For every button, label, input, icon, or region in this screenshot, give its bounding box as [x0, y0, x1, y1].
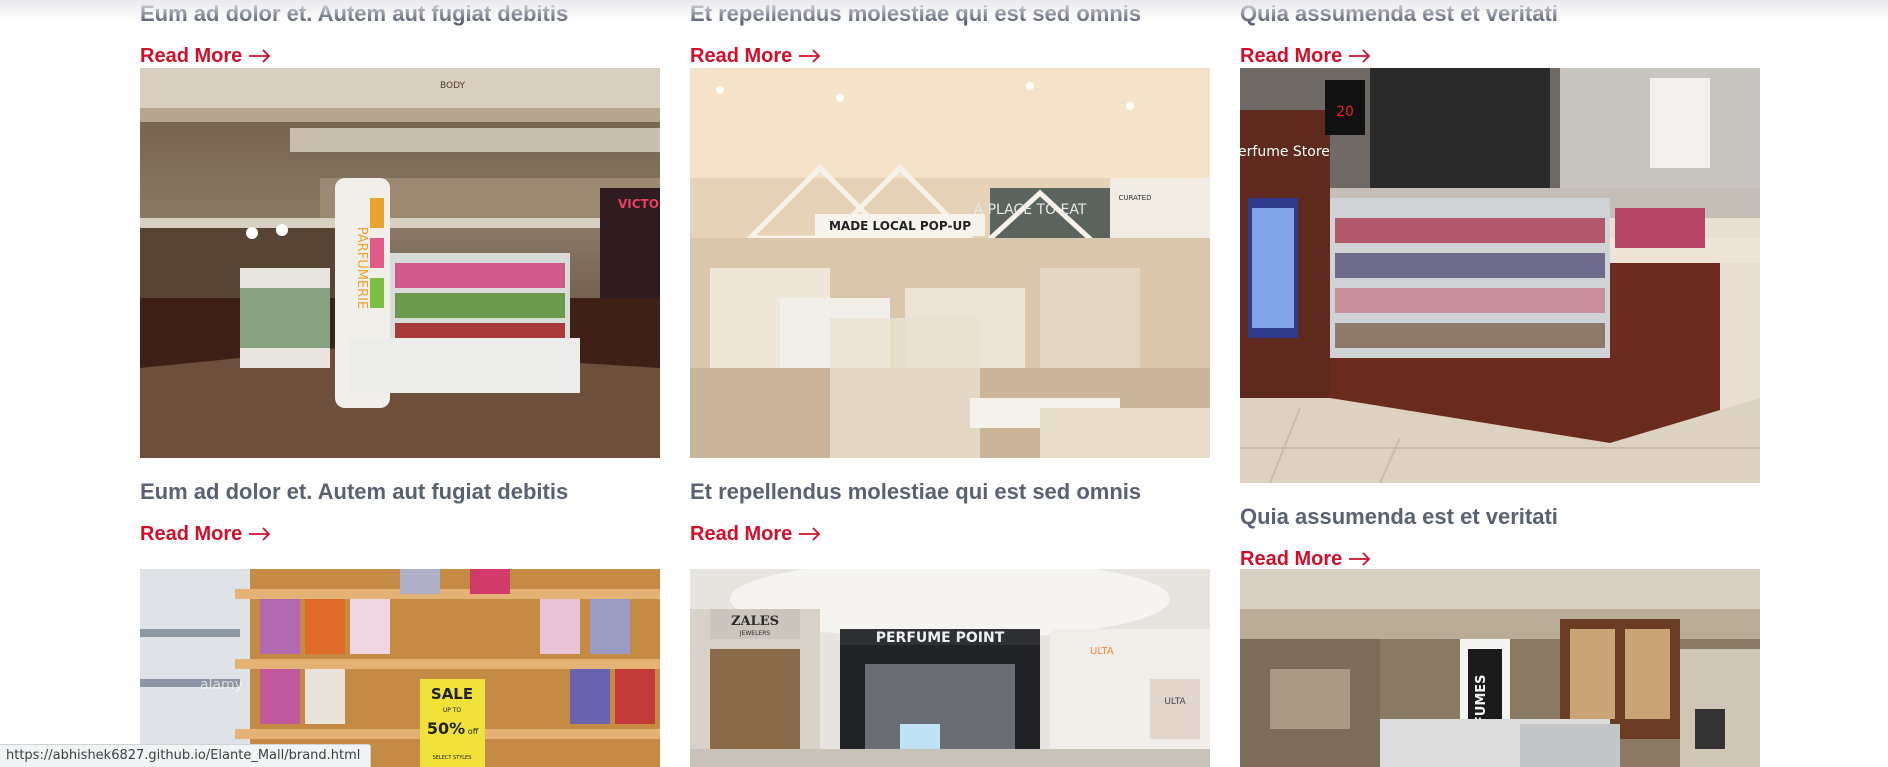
read-more-label: Read More [140, 523, 243, 545]
read-more-label: Read More [690, 523, 793, 545]
sale-sign-text: 20 [1336, 104, 1354, 120]
sale-sign-text: off [468, 727, 479, 736]
sale-sign-text: SALE [431, 685, 473, 703]
arrow-right-icon [249, 527, 271, 541]
read-more-link[interactable]: Read More [140, 524, 272, 544]
arrow-right-icon [1349, 49, 1371, 63]
read-more-link[interactable]: Read More [690, 46, 822, 66]
read-more-label: Read More [1240, 45, 1343, 67]
arrow-right-icon [799, 49, 821, 63]
brand-image[interactable]: ZALES JEWELERS PERFUME POINT ULTA ULTA [690, 569, 1210, 767]
sale-sign-text: UP TO [443, 707, 462, 714]
sale-sign-text: 50% [427, 719, 465, 738]
read-more-link[interactable]: Read More [1240, 46, 1372, 66]
read-more-label: Read More [140, 45, 243, 67]
card-title: Eum ad dolor et. Autem aut fugiat debiti… [140, 1, 569, 26]
card-title: Quia assumenda est et veritati [1240, 1, 1558, 26]
popup-sign-text: MADE LOCAL POP-UP [829, 219, 971, 233]
arrow-right-icon [249, 49, 271, 63]
store-sign-text: ULTA [1164, 697, 1186, 707]
read-more-link[interactable]: Read More [140, 46, 272, 66]
sale-sign-text: SELECT STYLES [433, 755, 472, 761]
read-more-link[interactable]: Read More [1240, 549, 1372, 569]
card-title: Et repellendus molestiae qui est sed omn… [690, 1, 1142, 26]
brand-image[interactable]: PARFUMERIE VICTOR BODY [140, 68, 660, 458]
store-sign-text: PERFUME POINT [876, 630, 1005, 646]
store-sign-text: JEWELERS [739, 630, 771, 637]
brand-image[interactable]: PERFUMES [1240, 569, 1760, 767]
browser-status-url: https://abhishek6827.github.io/Elante_Ma… [0, 744, 372, 767]
arrow-right-icon [1349, 552, 1371, 566]
brand-image[interactable]: MADE LOCAL POP-UP A PLACE TO EAT CURATED [690, 68, 1210, 458]
store-sign-text: VICTOR [618, 197, 660, 211]
arrow-right-icon [799, 527, 821, 541]
popup-sign-text: CURATED [1119, 194, 1152, 202]
card-title: Eum ad dolor et. Autem aut fugiat debiti… [140, 479, 569, 504]
store-sign-text: ULTA [1090, 646, 1114, 657]
read-more-label: Read More [1240, 548, 1343, 570]
popup-sign-text: A PLACE TO EAT [974, 202, 1087, 218]
kiosk-sign-text: Perfume Store [1240, 144, 1330, 160]
read-more-label: Read More [690, 45, 793, 67]
brand-image[interactable]: Perfume Store 20 [1240, 68, 1760, 483]
store-sign-text: ZALES [731, 614, 779, 629]
kiosk-sign-text: PARFUMERIE [354, 227, 369, 309]
card-title: Quia assumenda est et veritati [1240, 504, 1558, 529]
card-title: Et repellendus molestiae qui est sed omn… [690, 479, 1142, 504]
brand-image[interactable]: SALE UP TO 50% off SELECT STYLES alamy [140, 569, 660, 767]
read-more-link[interactable]: Read More [690, 524, 822, 544]
store-sign-text: BODY [440, 81, 466, 91]
watermark-text: alamy [200, 677, 243, 693]
